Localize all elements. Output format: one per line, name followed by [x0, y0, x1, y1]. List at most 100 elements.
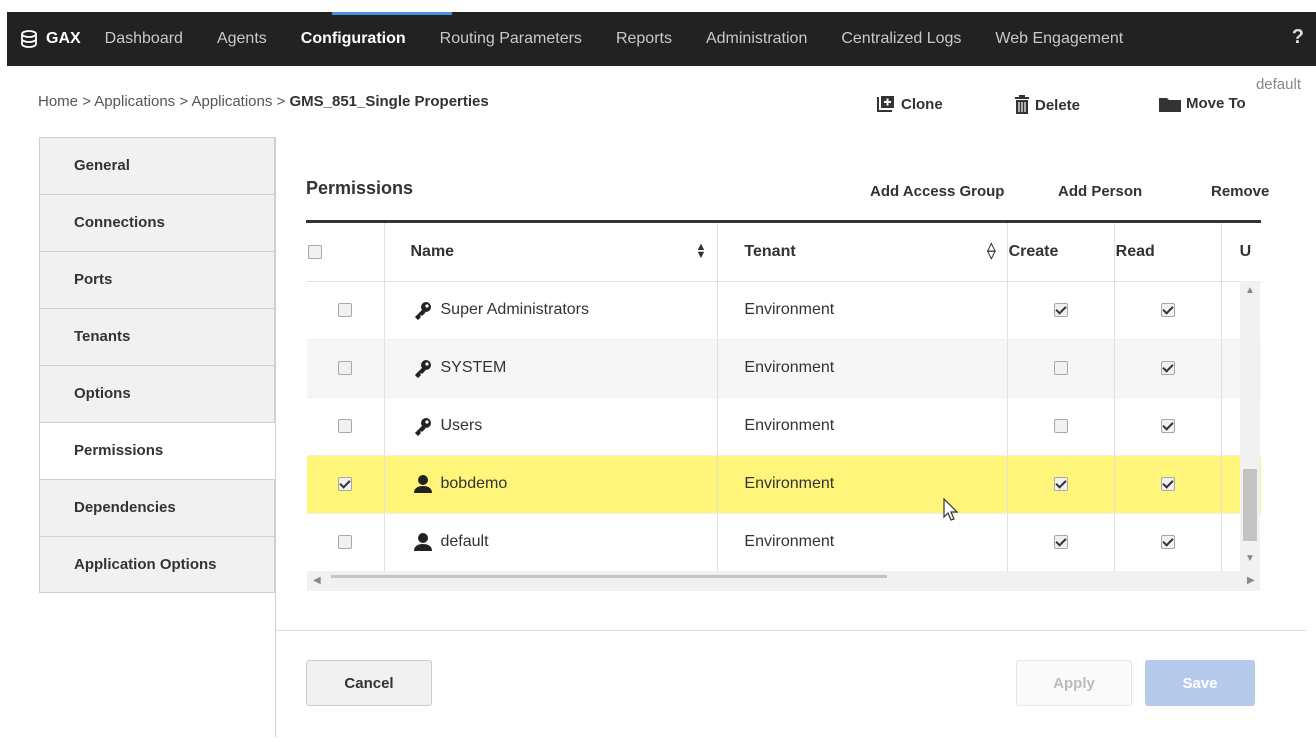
breadcrumb-separator: > — [82, 93, 91, 110]
row-select-cell — [307, 455, 385, 514]
row-checkbox[interactable] — [338, 302, 353, 317]
apply-button[interactable]: Apply — [1016, 660, 1132, 706]
create-checkbox[interactable] — [1053, 360, 1068, 375]
name-cell: SYSTEM — [384, 339, 719, 398]
nav-routing-parameters[interactable]: Routing Parameters — [440, 30, 582, 48]
nav-reports[interactable]: Reports — [616, 30, 672, 48]
row-checkbox[interactable] — [338, 418, 353, 433]
breadcrumb-applications-folder[interactable]: Applications — [191, 93, 272, 110]
nav-centralized-logs[interactable]: Centralized Logs — [841, 30, 961, 48]
sort-icon: △ ▽ — [987, 240, 996, 261]
nav-administration[interactable]: Administration — [706, 30, 807, 48]
table-row[interactable]: bobdemo Environment — [307, 455, 1261, 514]
create-checkbox[interactable] — [1053, 476, 1068, 491]
column-header-update: U — [1221, 223, 1261, 282]
create-cell — [1007, 513, 1115, 572]
scroll-left-icon[interactable]: ◀ — [313, 575, 321, 586]
row-select-cell — [307, 339, 385, 398]
column-header-tenant[interactable]: Tenant △ ▽ — [717, 223, 1008, 282]
save-button[interactable]: Save — [1145, 660, 1255, 706]
person-icon — [413, 533, 432, 551]
table-row[interactable]: default Environment — [307, 513, 1261, 572]
principal-name: Users — [440, 417, 483, 435]
add-access-group-button[interactable]: Add Access Group — [870, 183, 1004, 200]
tenant-header-label: Tenant — [744, 242, 796, 260]
nav-configuration[interactable]: Configuration — [301, 30, 406, 48]
table-row[interactable]: SYSTEM Environment — [307, 339, 1261, 398]
tenant-cell: Environment — [717, 281, 1008, 340]
name-cell: Super Administrators — [384, 281, 719, 340]
name-cell: Users — [384, 397, 719, 456]
read-checkbox[interactable] — [1160, 302, 1175, 317]
key-icon — [414, 418, 431, 437]
read-checkbox[interactable] — [1160, 418, 1175, 433]
nav-connections[interactable]: Connections — [39, 194, 275, 251]
scroll-right-icon[interactable]: ▶ — [1247, 575, 1255, 586]
nav-agents[interactable]: Agents — [217, 30, 267, 48]
folder-icon — [1159, 97, 1181, 112]
read-checkbox[interactable] — [1160, 360, 1175, 375]
permissions-table: Name ▲ ▼ Tenant △ ▽ Create Read U Super Admi… — [307, 223, 1261, 572]
tenant-cell: Environment — [717, 455, 1008, 514]
table-header-row: Name ▲ ▼ Tenant △ ▽ Create Read U — [307, 223, 1261, 282]
name-cell: bobdemo — [384, 455, 719, 514]
nav-tenants[interactable]: Tenants — [39, 308, 275, 365]
principal-name: default — [440, 533, 489, 551]
clone-button[interactable]: Clone — [876, 95, 943, 113]
key-icon — [414, 302, 431, 321]
horizontal-scrollbar[interactable]: ◀ ▶ — [307, 571, 1260, 591]
principal-name: SYSTEM — [440, 359, 507, 377]
nav-application-options[interactable]: Application Options — [39, 536, 275, 593]
read-checkbox[interactable] — [1160, 476, 1175, 491]
breadcrumb-home[interactable]: Home — [38, 93, 78, 110]
tenant-tag: default — [1255, 76, 1301, 93]
nav-dashboard[interactable]: Dashboard — [105, 30, 183, 48]
nav-dependencies[interactable]: Dependencies — [39, 479, 275, 536]
scroll-down-icon[interactable]: ▼ — [1245, 553, 1255, 564]
create-checkbox[interactable] — [1053, 302, 1068, 317]
create-checkbox[interactable] — [1053, 534, 1068, 549]
move-to-button[interactable]: Move To — [1159, 95, 1246, 112]
vertical-scroll-thumb[interactable] — [1243, 469, 1257, 541]
nav-general[interactable]: General — [39, 137, 275, 194]
row-checkbox[interactable] — [338, 360, 353, 375]
row-select-cell — [307, 513, 385, 572]
scroll-up-icon[interactable]: ▲ — [1245, 285, 1255, 296]
horizontal-scroll-thumb[interactable] — [331, 575, 887, 578]
breadcrumb-applications[interactable]: Applications — [94, 93, 175, 110]
row-checkbox[interactable] — [338, 534, 353, 549]
select-all-checkbox[interactable] — [308, 244, 322, 259]
read-cell — [1114, 281, 1222, 340]
move-to-label: Move To — [1186, 95, 1246, 112]
nav-ports[interactable]: Ports — [39, 251, 275, 308]
add-person-button[interactable]: Add Person — [1058, 183, 1142, 200]
principal-name: Super Administrators — [440, 301, 590, 319]
clone-label: Clone — [901, 95, 943, 113]
create-cell — [1007, 339, 1115, 398]
properties-nav: General Connections Ports Tenants Option… — [39, 137, 275, 593]
nav-options[interactable]: Options — [39, 365, 275, 422]
nav-permissions[interactable]: Permissions — [39, 422, 275, 479]
read-checkbox[interactable] — [1160, 534, 1175, 549]
brand-logo[interactable]: GAX — [20, 30, 81, 48]
delete-label: Delete — [1035, 96, 1081, 114]
permissions-title: Permissions — [306, 178, 414, 198]
table-row[interactable]: Super Administrators Environment — [307, 281, 1261, 340]
vertical-scrollbar[interactable]: ▲ ▼ — [1240, 281, 1260, 571]
row-checkbox[interactable] — [338, 476, 353, 491]
delete-button[interactable]: Delete — [1014, 95, 1080, 115]
column-header-read: Read — [1114, 223, 1222, 282]
footer-divider — [276, 630, 1306, 631]
read-cell — [1114, 513, 1222, 572]
top-nav-bar: GAX Dashboard Agents Configuration Routi… — [7, 12, 1316, 66]
column-header-name[interactable]: Name ▲ ▼ — [384, 223, 719, 282]
trash-icon — [1015, 95, 1029, 114]
nav-web-engagement[interactable]: Web Engagement — [995, 30, 1123, 48]
help-icon[interactable]: ? — [1292, 26, 1304, 49]
cancel-button[interactable]: Cancel — [306, 660, 432, 706]
row-select-cell — [307, 397, 385, 456]
remove-button[interactable]: Remove — [1211, 183, 1269, 200]
create-checkbox[interactable] — [1053, 418, 1068, 433]
table-row[interactable]: Users Environment — [307, 397, 1261, 456]
permissions-panel: Permissions Add Access Group Add Person … — [275, 137, 1306, 737]
